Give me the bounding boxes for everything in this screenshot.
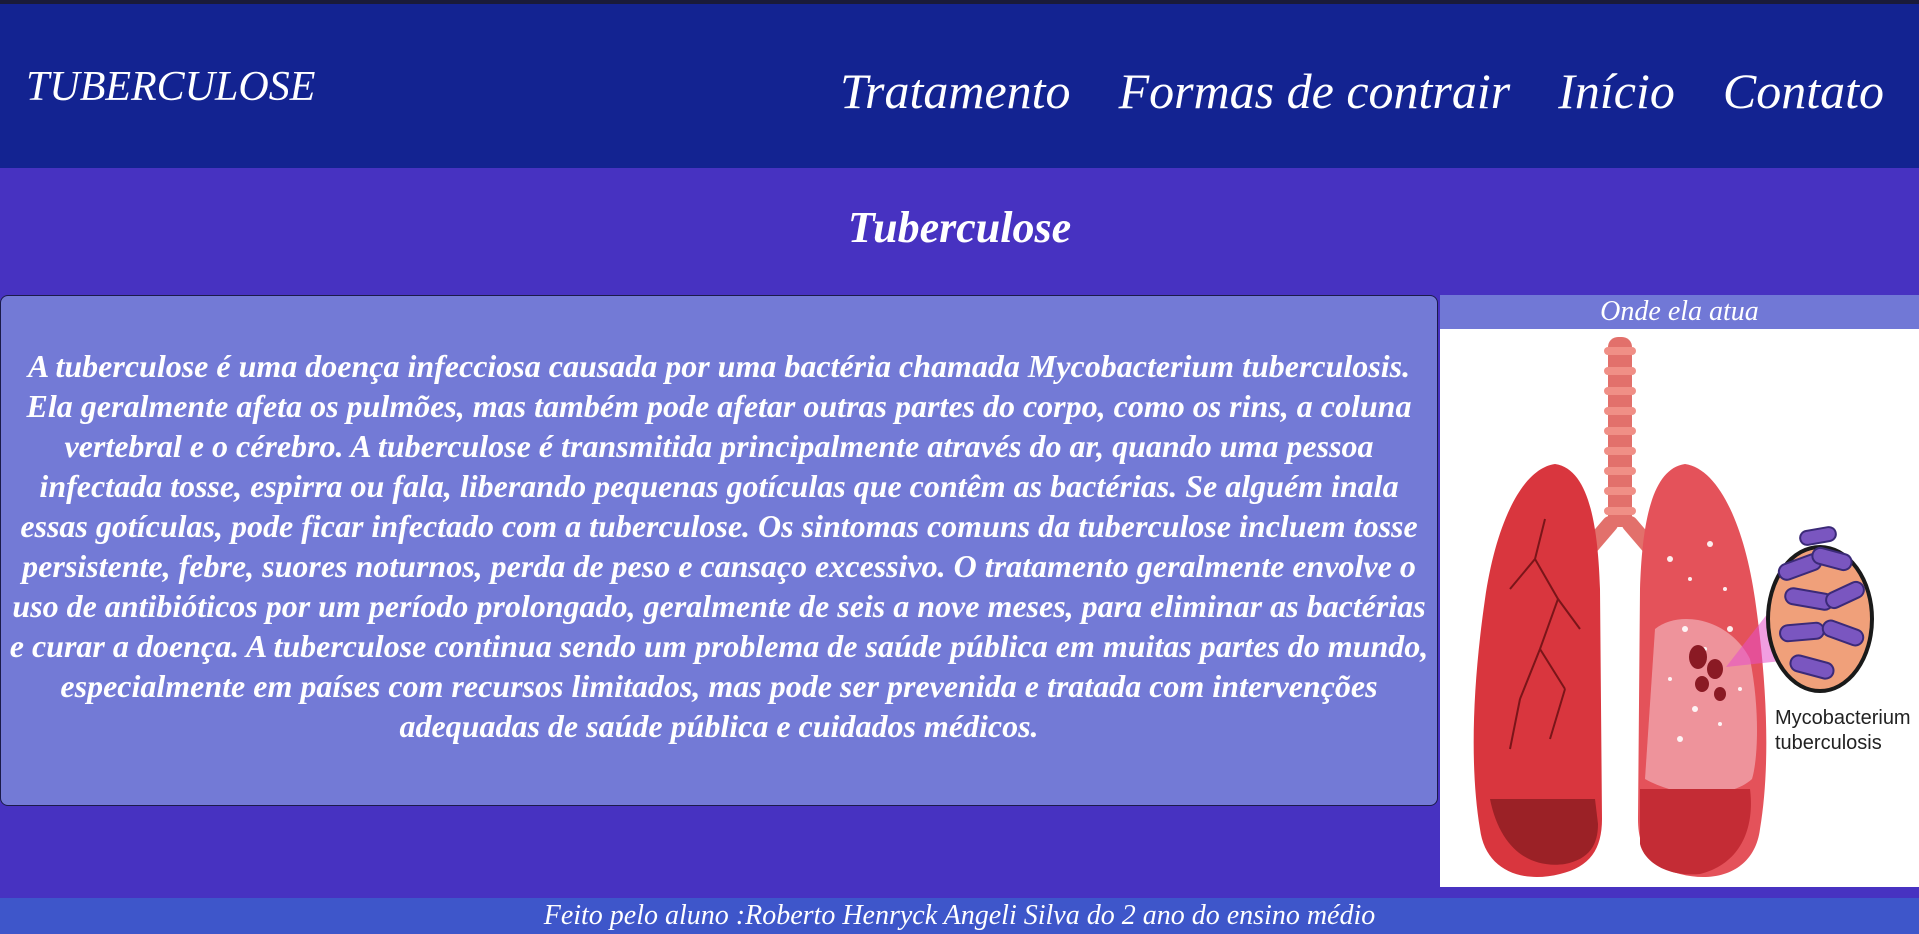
lungs-image: Mycobacterium tuberculosis: [1473, 337, 1911, 877]
nav-link-contato[interactable]: Contato: [1723, 62, 1884, 120]
nav-link-formas-de-contrair[interactable]: Formas de contrair: [1119, 62, 1511, 120]
lungs-illustration: Mycobacterium tuberculosis: [1440, 329, 1919, 887]
figure-caption: Onde ela atua: [1440, 295, 1919, 329]
bacteria-magnifier: [1766, 526, 1874, 693]
description-text: A tuberculose é uma doença infecciosa ca…: [9, 347, 1429, 744]
bacteria-label-line1: Mycobacterium: [1775, 707, 1911, 729]
info-card: A tuberculose é uma doença infecciosa ca…: [0, 295, 1438, 806]
main-nav: Tratamento Formas de contrair Início Con…: [840, 62, 1884, 120]
site-brand[interactable]: TUBERCULOSE: [26, 62, 315, 112]
nav-link-inicio[interactable]: Início: [1558, 62, 1675, 120]
sidebar-figure-panel: Onde ela atua Mycobacterium tuberculosis: [1440, 295, 1919, 895]
bacteria-label-line2: tuberculosis: [1775, 732, 1882, 754]
footer-credit: Feito pelo aluno :Roberto Henryck Angeli…: [543, 900, 1376, 931]
site-footer: Feito pelo aluno :Roberto Henryck Angeli…: [0, 898, 1919, 934]
site-header: TUBERCULOSE Tratamento Formas de contrai…: [0, 4, 1919, 168]
page-title: Tuberculose: [847, 203, 1072, 252]
nav-link-tratamento[interactable]: Tratamento: [840, 62, 1071, 120]
